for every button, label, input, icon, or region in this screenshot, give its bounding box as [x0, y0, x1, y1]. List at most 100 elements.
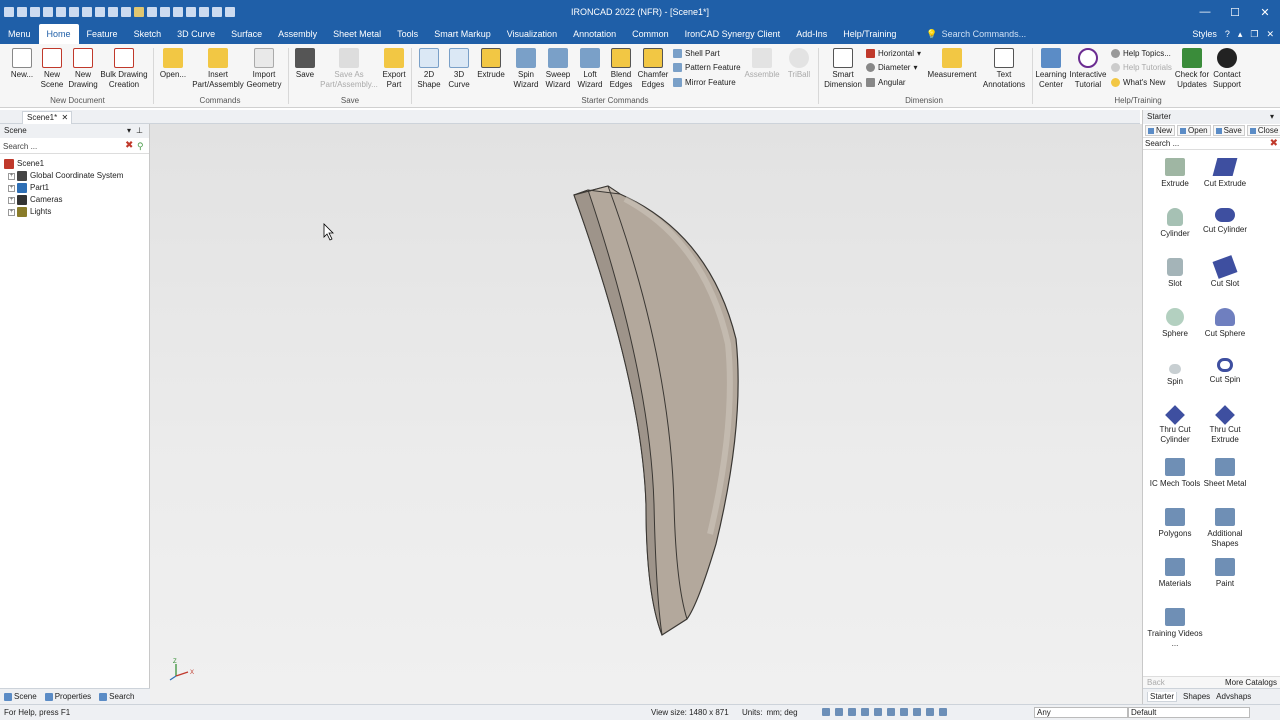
redo-icon[interactable] [160, 7, 170, 17]
app-menu-icon[interactable] [4, 7, 14, 17]
properties-icon[interactable] [121, 7, 131, 17]
selection-icon[interactable] [926, 708, 934, 716]
section-icon[interactable] [900, 708, 908, 716]
mirror-feature-button[interactable]: Mirror Feature [673, 78, 736, 87]
spin-wizard-button[interactable]: Spin Wizard [510, 48, 542, 90]
export-part-button[interactable]: Export Part [380, 48, 408, 90]
tree-item-global-coordinate-system[interactable]: + Global Coordinate System [0, 170, 149, 182]
catalog-back-button[interactable]: Back [1147, 678, 1165, 687]
display-icon[interactable] [913, 708, 921, 716]
more-catalogs-button[interactable]: More Catalogs [1225, 678, 1277, 687]
loft-wizard-button[interactable]: Loft Wizard [574, 48, 606, 90]
scene-search-input[interactable]: Search ... ✖ ⚲ [0, 140, 149, 154]
maximize-button[interactable]: ☐ [1220, 0, 1250, 24]
2d-shape-button[interactable]: 2D Shape [414, 48, 444, 90]
tree-item-part1[interactable]: + Part1 [0, 182, 149, 194]
catalog-item-cut-slot[interactable]: Cut Slot [1195, 255, 1255, 289]
new-scene-button[interactable]: New Scene [38, 48, 66, 90]
search-commands-input[interactable]: Search Commands... [942, 24, 1027, 44]
catalog-tab-advshaps[interactable]: Advshaps [1216, 692, 1251, 701]
help-icon[interactable]: ? [1225, 29, 1230, 39]
import-geometry-button[interactable]: Import Geometry [244, 48, 284, 90]
learning-center-button[interactable]: Learning Center [1034, 48, 1068, 90]
diameter-dimension-button[interactable]: Diameter ▾ [866, 63, 917, 72]
layout-icon[interactable] [212, 7, 222, 17]
catalog-close-button[interactable]: Close [1246, 125, 1280, 136]
triball-button[interactable]: TriBall [783, 48, 815, 80]
pointer-icon[interactable] [939, 708, 947, 716]
expand-icon[interactable]: + [8, 196, 15, 204]
tab-search[interactable]: Search [99, 692, 135, 701]
blend-edges-button[interactable]: Blend Edges [606, 48, 636, 90]
new-drawing-button[interactable]: New Drawing [68, 48, 98, 90]
cut-icon[interactable] [69, 7, 79, 17]
3d-viewport[interactable]: Z X [150, 124, 1142, 704]
measurement-button[interactable]: Measurement [926, 48, 978, 80]
expand-icon[interactable]: + [8, 184, 15, 192]
customize-icon[interactable] [225, 7, 235, 17]
orbit-icon[interactable] [861, 708, 869, 716]
tab-menu[interactable]: Menu [0, 24, 39, 44]
catalog-item-training-videos[interactable]: Training Videos ... [1145, 608, 1205, 649]
text-annotations-button[interactable]: Text Annotations [980, 48, 1028, 90]
save-icon[interactable] [43, 7, 53, 17]
save-as-part-button[interactable]: Save As Part/Assembly... [318, 48, 380, 90]
tab-tools[interactable]: Tools [389, 24, 426, 44]
delete-icon[interactable] [108, 7, 118, 17]
panel-dropdown-icon[interactable]: ▾ [127, 124, 131, 138]
tab-surface[interactable]: Surface [223, 24, 270, 44]
catalog-item-additional-shapes[interactable]: Additional Shapes [1195, 508, 1255, 549]
open-button[interactable]: Open... [158, 48, 188, 80]
catalog-clear-search-icon[interactable]: ✖ [1270, 138, 1278, 149]
catalog-item-paint[interactable]: Paint [1195, 558, 1255, 589]
3d-curve-button[interactable]: 3D Curve [444, 48, 474, 90]
copy-icon[interactable] [82, 7, 92, 17]
whats-new-button[interactable]: What's New [1111, 78, 1165, 87]
catalog-new-button[interactable]: New [1145, 125, 1176, 136]
catalog-item-cut-cylinder[interactable]: Cut Cylinder [1195, 208, 1255, 235]
help-topics-button[interactable]: Help Topics... [1111, 49, 1171, 58]
tab-smart-markup[interactable]: Smart Markup [426, 24, 499, 44]
catalog-item-sheet-metal[interactable]: Sheet Metal [1195, 458, 1255, 489]
catalog-open-button[interactable]: Open [1177, 125, 1211, 136]
zoom-icon[interactable] [822, 708, 830, 716]
doc-close-icon[interactable]: ✕ [1266, 29, 1274, 40]
catalog-tab-starter[interactable]: Starter [1147, 691, 1178, 702]
catalog-dropdown-icon[interactable]: ▾ [1270, 110, 1274, 124]
part1-solid[interactable] [573, 185, 739, 636]
sweep-wizard-button[interactable]: Sweep Wizard [542, 48, 574, 90]
tab-home[interactable]: Home [38, 24, 79, 44]
catalog-item-cut-sphere[interactable]: Cut Sphere [1195, 308, 1255, 339]
tab-feature[interactable]: Feature [79, 24, 126, 44]
tree-item-lights[interactable]: + Lights [0, 206, 149, 218]
search-commands[interactable]: 💡 Search Commands... [918, 24, 1034, 44]
document-tab-scene1[interactable]: Scene1* ✕ [22, 111, 73, 124]
units-readout[interactable]: Units: mm; deg [742, 705, 798, 720]
close-button[interactable]: ✕ [1250, 0, 1280, 24]
pin-icon[interactable]: ⊥ [136, 124, 143, 138]
tab-sheet-metal[interactable]: Sheet Metal [325, 24, 389, 44]
select-icon[interactable] [186, 7, 196, 17]
tab-scene[interactable]: Scene [4, 692, 37, 701]
contact-support-button[interactable]: Contact Support [1210, 48, 1244, 90]
clear-search-icon[interactable]: ✖ [125, 141, 135, 151]
tree-item-scene1[interactable]: Scene1 [0, 158, 149, 170]
print-icon[interactable] [56, 7, 66, 17]
page-icon[interactable] [199, 7, 209, 17]
tab-synergy-client[interactable]: IronCAD Synergy Client [677, 24, 789, 44]
ribbon-minimize-icon[interactable]: ▴ [1238, 29, 1243, 40]
help-tutorials-button[interactable]: Help Tutorials [1111, 63, 1172, 72]
pan-icon[interactable] [848, 708, 856, 716]
insert-part-button[interactable]: Insert Part/Assembly [190, 48, 246, 90]
new-button[interactable]: New... [8, 48, 36, 80]
render-icon[interactable] [173, 7, 183, 17]
shell-part-button[interactable]: Shell Part [673, 49, 720, 58]
chamfer-edges-button[interactable]: Chamfer Edges [636, 48, 670, 90]
save-button[interactable]: Save [292, 48, 318, 80]
catalog-search-input[interactable]: Search ... ✖ [1143, 138, 1280, 150]
tab-annotation[interactable]: Annotation [565, 24, 624, 44]
smart-dimension-button[interactable]: Smart Dimension [822, 48, 864, 90]
tab-help-training[interactable]: Help/Training [835, 24, 904, 44]
zoom-extents-icon[interactable] [835, 708, 843, 716]
catalog-item-cut-extrude[interactable]: Cut Extrude [1195, 158, 1255, 189]
